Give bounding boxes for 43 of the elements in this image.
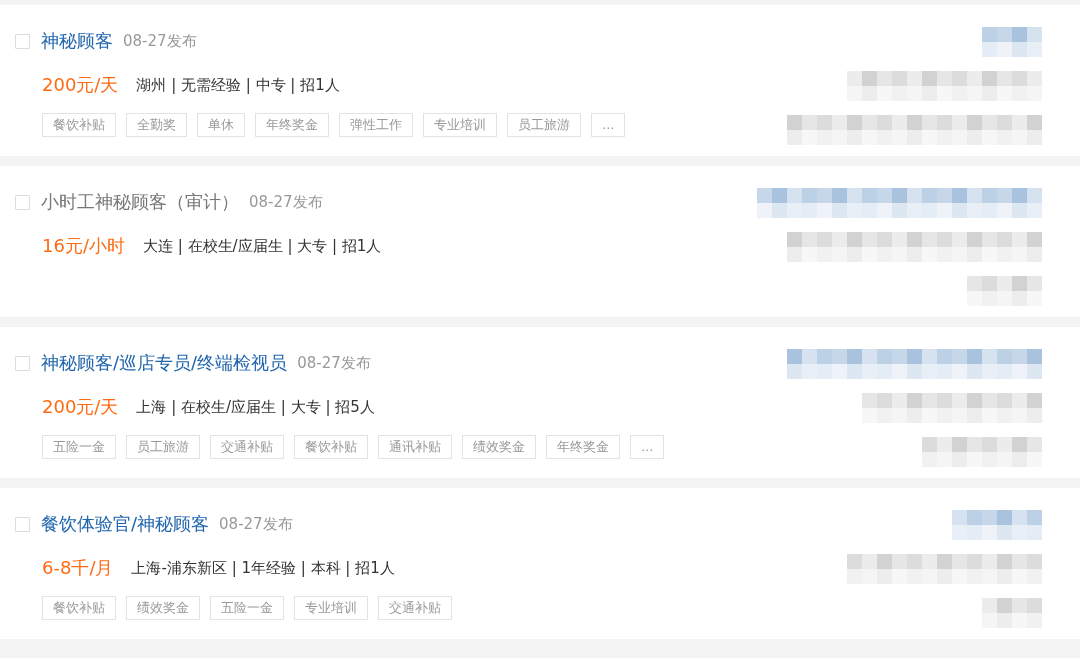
job-title-link[interactable]: 小时工神秘顾客（审计）: [41, 190, 239, 214]
benefit-tag: 绩效奖金: [462, 435, 536, 459]
benefit-tag: 餐饮补贴: [42, 596, 116, 620]
post-date: 08-27发布: [249, 192, 323, 212]
salary: 6-8千/月: [42, 556, 114, 580]
pixelated-text-drawing: [982, 598, 1042, 628]
job-title-link[interactable]: 神秘顾客/巡店专员/终端检视员: [41, 351, 288, 375]
benefit-tag: 员工旅游: [126, 435, 200, 459]
salary: 200元/天: [42, 73, 119, 97]
benefit-tag: ...: [630, 435, 665, 459]
checkbox[interactable]: [15, 33, 30, 49]
post-date: 08-27发布: [297, 353, 371, 373]
job-card[interactable]: 小时工神秘顾客（审计） 08-27发布 16元/小时 大连 | 在校生/应届生 | 大专 | 招1人: [0, 166, 1080, 317]
benefit-tag: 全勤奖: [126, 113, 187, 137]
job-title-link[interactable]: 餐饮体验官/神秘顾客: [41, 512, 210, 536]
benefit-tag: 交通补贴: [378, 596, 452, 620]
benefit-tag: 交通补贴: [210, 435, 284, 459]
salary: 200元/天: [42, 395, 119, 419]
post-date: 08-27发布: [123, 31, 197, 51]
job-details: 湖州 | 无需经验 | 中专 | 招1人: [136, 75, 340, 95]
job-details: 大连 | 在校生/应届生 | 大专 | 招1人: [142, 236, 382, 256]
job-details: 上海 | 在校生/应届生 | 大专 | 招5人: [136, 397, 375, 417]
checkbox[interactable]: [15, 516, 30, 532]
benefit-tag: 员工旅游: [507, 113, 581, 137]
benefit-tag: 餐饮补贴: [42, 113, 116, 137]
pixelated-text-drawing: [982, 27, 1042, 57]
benefit-tag: 年终奖金: [255, 113, 329, 137]
benefit-tag: 年终奖金: [546, 435, 620, 459]
benefit-tag: 通讯补贴: [378, 435, 452, 459]
job-card[interactable]: 神秘顾客 08-27发布 200元/天 湖州 | 无需经验 | 中专 | 招1人 餐饮补贴 全勤奖 单休 年终奖金 弹性工作 专业培训 员工旅游 ...: [0, 5, 1080, 156]
benefit-tag: 绩效奖金: [126, 596, 200, 620]
benefit-tag: ...: [591, 113, 626, 137]
benefit-tag: 单休: [197, 113, 245, 137]
salary: 16元/小时: [42, 234, 125, 258]
benefit-tag: 弹性工作: [339, 113, 413, 137]
job-details: 上海-浦东新区 | 1年经验 | 本科 | 招1人: [131, 558, 395, 578]
benefit-tag: 餐饮补贴: [294, 435, 368, 459]
benefit-tag: 专业培训: [294, 596, 368, 620]
benefit-tag: 专业培训: [423, 113, 497, 137]
post-date: 08-27发布: [219, 514, 293, 534]
checkbox[interactable]: [15, 194, 30, 210]
checkbox[interactable]: [15, 355, 30, 371]
job-title-link[interactable]: 神秘顾客: [41, 29, 113, 53]
